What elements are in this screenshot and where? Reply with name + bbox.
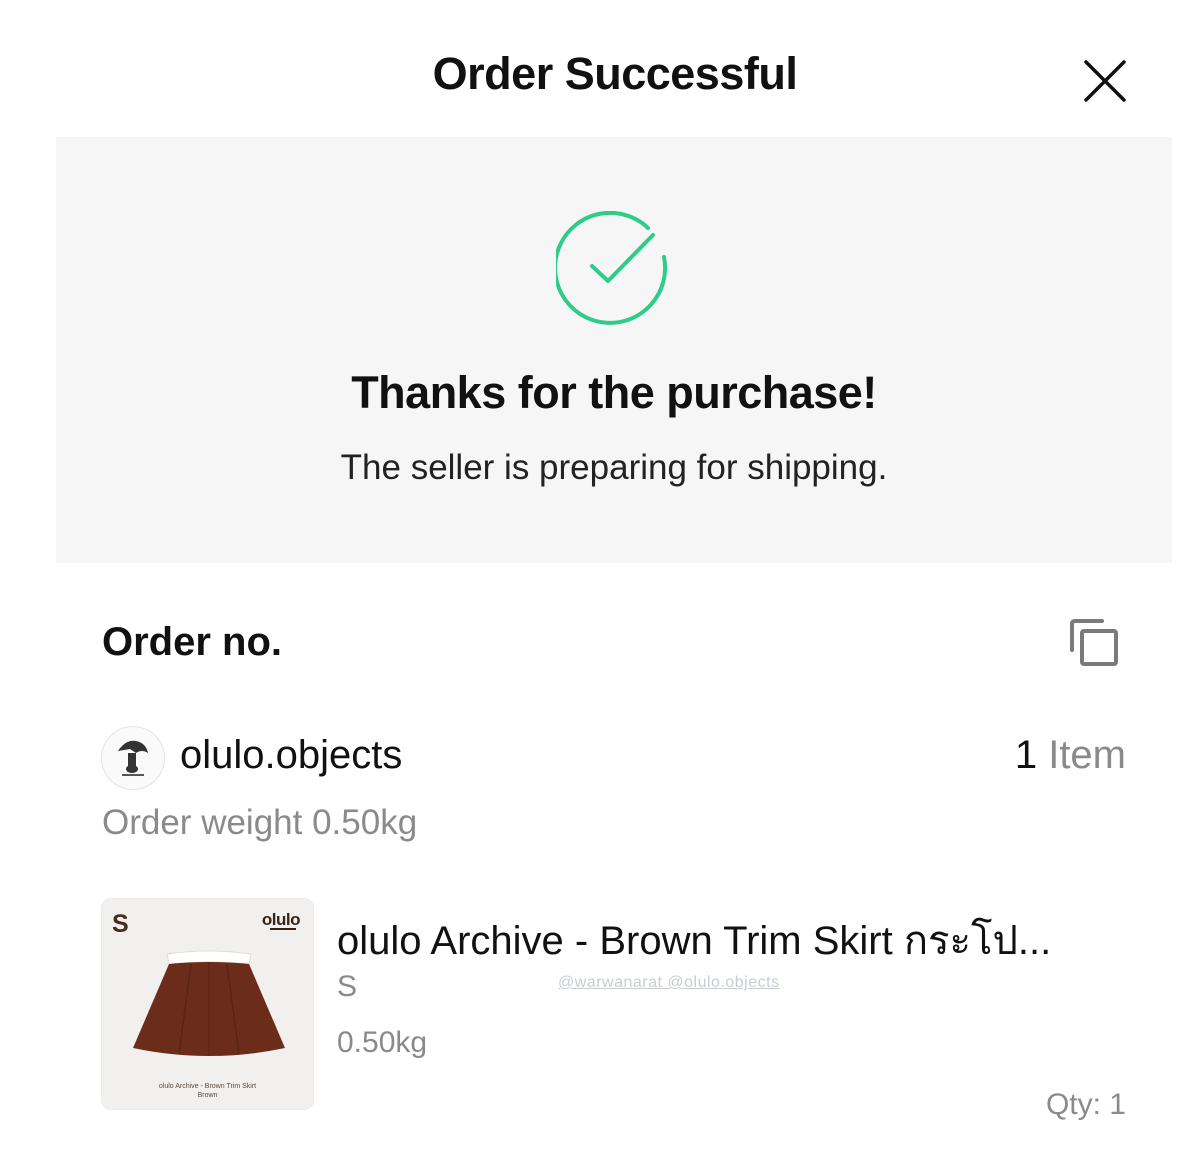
thumbnail-brand-underline [270, 928, 296, 930]
thumbnail-caption: olulo Archive - Brown Trim Skirt Brown [101, 1082, 314, 1100]
shop-name[interactable]: olulo.objects [180, 733, 402, 778]
success-panel: Thanks for the purchase! The seller is p… [56, 137, 1172, 563]
product-quantity: Qty: 1 [1045, 1088, 1126, 1121]
thumbnail-brand-logo: olulo [261, 910, 301, 929]
copy-order-number-button[interactable] [1068, 618, 1120, 668]
product-title[interactable]: olulo Archive - Brown Trim Skirt กระโป..… [337, 908, 1127, 972]
header: Order Successful [0, 0, 1200, 137]
success-subtitle: The seller is preparing for shipping. [340, 448, 888, 487]
order-weight: Order weight 0.50kg [102, 803, 418, 842]
page-title: Order Successful [432, 48, 798, 99]
check-circle-icon [556, 211, 668, 325]
thumbnail-caption-color: Brown [197, 1092, 218, 1099]
item-count: 1 Item [1015, 733, 1126, 778]
close-button[interactable] [1082, 58, 1128, 104]
shop-logo-icon [118, 740, 148, 776]
thumbnail-caption-title: olulo Archive - Brown Trim Skirt [158, 1083, 257, 1090]
shop-avatar[interactable] [101, 726, 165, 790]
watermark: @warwanarat @olulo.objects [558, 974, 780, 991]
product-weight: 0.50kg [337, 1026, 428, 1059]
order-number-label: Order no. [102, 620, 283, 664]
success-title: Thanks for the purchase! [351, 367, 877, 418]
thumbnail-size-label: S [112, 910, 129, 938]
close-icon [1084, 60, 1126, 102]
product-thumbnail[interactable]: S olulo olulo Archive - Brown Trim Skirt… [101, 898, 314, 1110]
item-count-unit: Item [1048, 733, 1126, 777]
item-count-number: 1 [1014, 733, 1038, 777]
skirt-image [133, 950, 285, 1056]
copy-icon [1070, 619, 1118, 666]
product-variant: S [337, 970, 358, 1003]
